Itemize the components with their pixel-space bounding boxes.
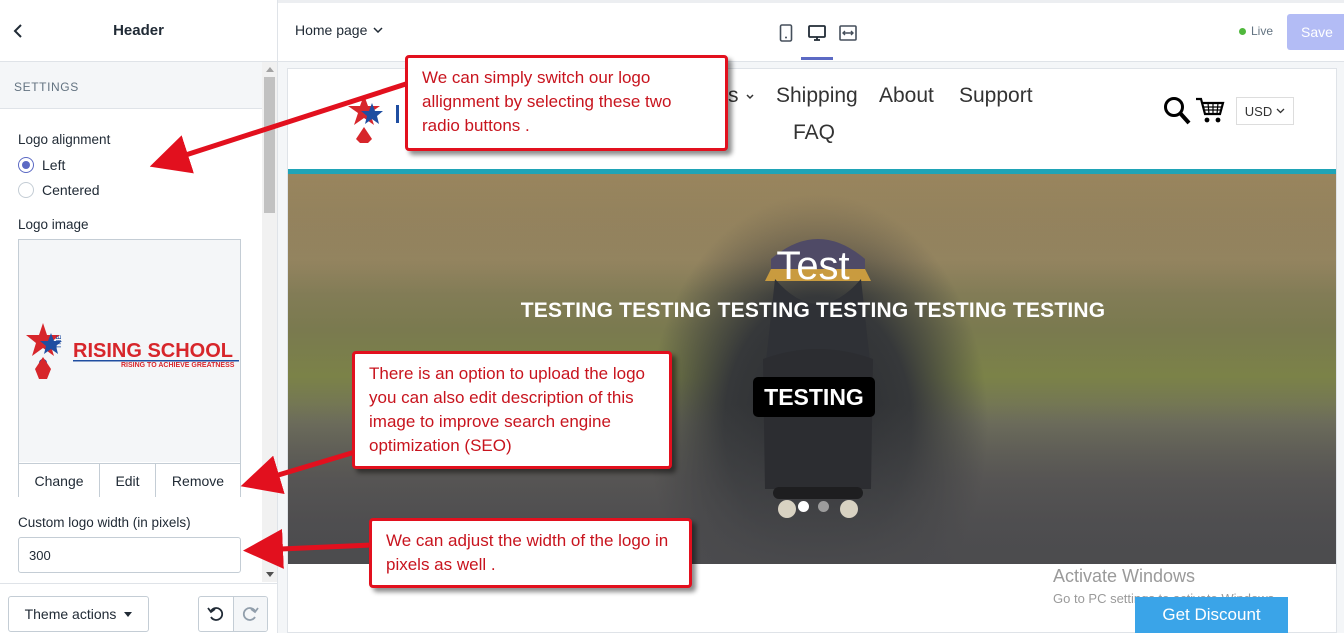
logo-width-input[interactable] [18,537,241,573]
live-dot-icon [1239,27,1246,35]
radio-left-button[interactable] [18,157,34,173]
school-logo-image: THE RISING SCHOOL RISING TO ACHIEVE GREA… [25,323,239,379]
page-selector[interactable]: Home page [295,22,383,38]
callout-upload: There is an option to upload the logo yo… [352,351,672,469]
remove-button[interactable]: Remove [156,464,240,497]
scroll-down-icon[interactable] [266,572,274,577]
settings-panel: Header SETTINGS Logo alignment Left Cent… [0,0,278,633]
logo-image-label: Logo image [18,217,89,232]
mobile-view-icon[interactable] [773,20,799,46]
caret-down-icon [124,611,133,617]
currency-chevron-icon [1276,108,1285,114]
live-label: Live [1251,24,1274,38]
logo-width-label: Custom logo width (in pixels) [18,515,191,530]
section-heading-label: SETTINGS [14,80,79,94]
undo-redo-group [198,596,268,632]
theme-actions-label: Theme actions [24,606,117,622]
logo-actions: Change Edit Remove [19,463,240,497]
edit-button[interactable]: Edit [100,464,156,497]
radio-left-label: Left [42,157,66,173]
save-button[interactable]: Save [1287,14,1344,50]
get-discount-button[interactable]: Get Discount [1135,597,1288,633]
change-button[interactable]: Change [19,464,100,497]
settings-scroll-area: SETTINGS Logo alignment Left Centered Lo… [0,62,277,582]
hero-title: Test [776,244,850,288]
redo-icon[interactable] [232,597,267,631]
radio-left[interactable]: Left [18,156,65,174]
currency-selector[interactable]: USD [1236,97,1294,125]
nav-item-support[interactable]: Support [959,84,1033,108]
search-icon[interactable] [1163,96,1191,126]
slide-dot-1[interactable] [798,501,809,512]
cart-icon[interactable] [1195,96,1225,124]
undo-icon[interactable] [199,597,233,631]
theme-actions-button[interactable]: Theme actions [8,596,149,632]
hero-cta-button[interactable]: TESTING [753,377,875,417]
scroll-up-icon[interactable] [266,67,274,72]
currency-label: USD [1244,103,1273,119]
full-width-view-icon[interactable] [835,20,861,46]
hero-subtitle: TESTING TESTING TESTING TESTING TESTING … [520,299,1106,322]
panel-footer: Theme actions [0,583,277,633]
slide-dot-2[interactable] [818,501,829,512]
live-status: Live [1239,24,1273,38]
section-heading: SETTINGS [0,62,262,109]
callout-width: We can adjust the width of the logo in p… [369,518,692,588]
scroll-thumb[interactable] [264,77,275,213]
store-logo-icon[interactable] [344,93,414,143]
desktop-view-icon[interactable] [804,20,830,46]
editor-top-bar: Home page Live Save [278,0,1344,62]
nav-item-shipping[interactable]: Shipping [776,84,858,108]
nav-chevron-down-icon [746,94,754,100]
radio-centered[interactable]: Centered [18,181,100,199]
nav-item-collections[interactable]: s [728,84,739,108]
panel-header: Header [0,0,277,62]
activate-windows-title: Activate Windows [1053,566,1196,586]
callout-alignment: We can simply switch our logo allignment… [405,55,728,151]
panel-scrollbar[interactable] [262,62,277,582]
logo-tagline-text: RISING TO ACHIEVE GREATNESS [121,362,235,369]
page-selector-label: Home page [295,22,368,38]
radio-centered-button[interactable] [18,182,34,198]
radio-centered-label: Centered [42,182,100,198]
logo-preview: THE RISING SCHOOL RISING TO ACHIEVE GREA… [19,240,240,462]
logo-alignment-label: Logo alignment [18,132,111,147]
chevron-down-icon [373,27,383,33]
logo-image-card: THE RISING SCHOOL RISING TO ACHIEVE GREA… [18,239,241,497]
nav-item-faq[interactable]: FAQ [793,121,835,145]
logo-the-text: THE [56,335,63,349]
logo-name-text: RISING SCHOOL [73,340,233,362]
panel-title: Header [113,22,164,39]
nav-item-about[interactable]: About [879,84,934,108]
active-device-indicator [801,57,833,60]
